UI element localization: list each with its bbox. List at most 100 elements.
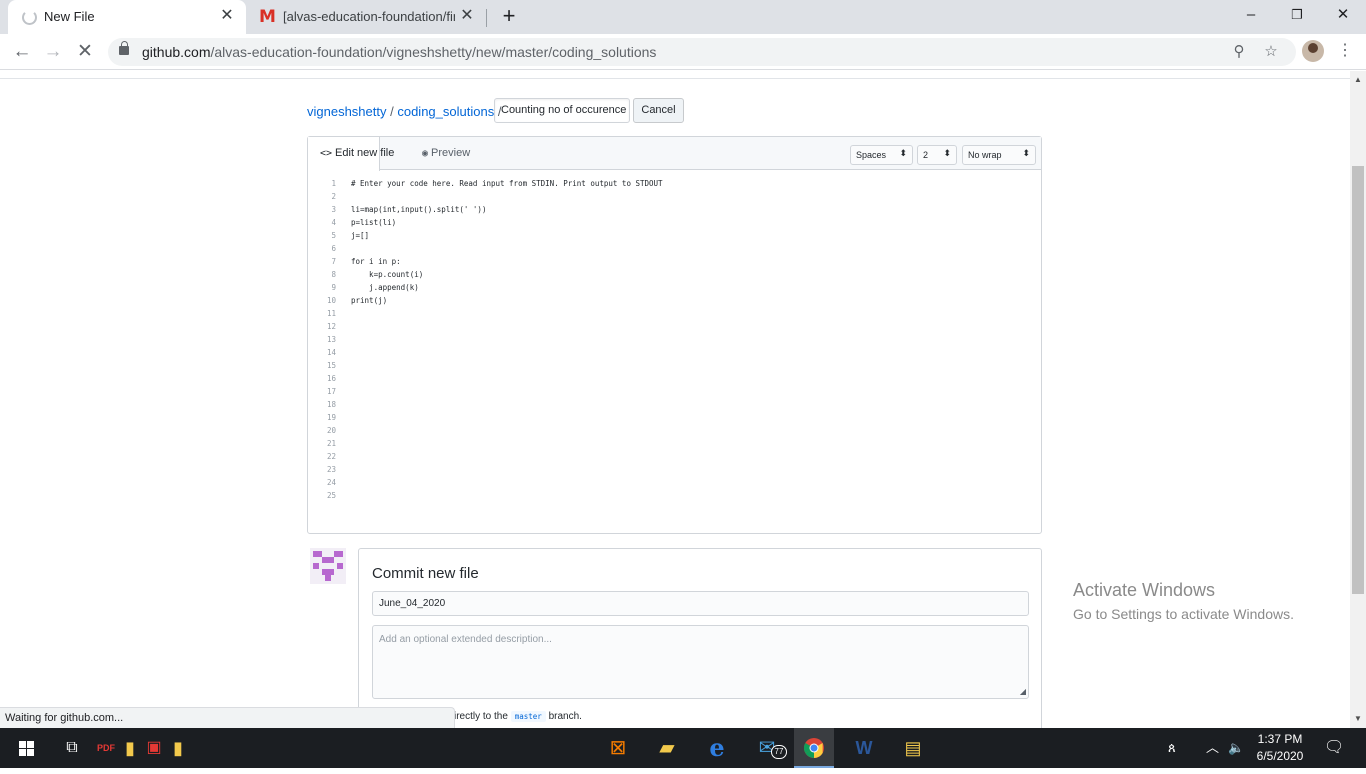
code-line[interactable]: 15 [308, 361, 1041, 374]
identicon-icon [313, 551, 343, 581]
chrome-icon[interactable] [794, 728, 834, 768]
code-line[interactable]: 18 [308, 400, 1041, 413]
bookmark-star-icon[interactable]: ☆ [1260, 41, 1282, 63]
code-line[interactable]: 3 li=map(int,input().split(' ')) [308, 205, 1041, 218]
profile-avatar[interactable] [1302, 40, 1324, 62]
commit-summary-input[interactable]: June_04_2020 [372, 591, 1029, 616]
tab-title: New File [44, 9, 95, 24]
activate-windows-title: Activate Windows [1073, 580, 1216, 600]
line-text: j.append(k) [351, 283, 419, 292]
tab-close-icon[interactable]: ✕ [218, 7, 236, 25]
back-arrow-icon[interactable]: ← [10, 40, 34, 64]
line-number: 19 [326, 413, 336, 422]
scroll-up-icon[interactable]: ▲ [1354, 75, 1362, 84]
code-line[interactable]: 11 [308, 309, 1041, 322]
line-text: # Enter your code here. Read input from … [351, 179, 663, 188]
code-line[interactable]: 16 [308, 374, 1041, 387]
code-line[interactable]: 1 # Enter your code here. Read input from… [308, 179, 1041, 192]
system-clock[interactable]: 1:37 PM 6/5/2020 [1240, 731, 1320, 765]
commit-direct-option[interactable]: irectly to the master branch. [454, 711, 582, 722]
close-window-button[interactable]: ✕ [1320, 0, 1366, 30]
word-icon[interactable]: W [844, 728, 884, 768]
tab-preview[interactable]: ◉ Preview [422, 137, 470, 171]
xampp-icon[interactable]: ⊠ [598, 728, 638, 768]
scrollbar-thumb[interactable] [1352, 166, 1364, 594]
tab-label: Preview [431, 147, 471, 159]
zoom-icon[interactable]: ⚲ [1228, 41, 1250, 63]
pdf-reader-icon[interactable]: ▣ [142, 728, 166, 768]
line-number: 25 [326, 491, 336, 500]
code-line[interactable]: 7 for i in p: [308, 257, 1041, 270]
maximize-button[interactable]: ❐ [1274, 0, 1320, 30]
start-button[interactable] [4, 728, 44, 768]
forward-arrow-icon[interactable]: → [41, 40, 65, 64]
line-text: for i in p: [351, 257, 401, 266]
code-line[interactable]: 12 [308, 322, 1041, 335]
tab-edit-new-file[interactable]: <> Edit new file [308, 137, 394, 171]
resize-grip-icon[interactable]: ◢ [1020, 687, 1026, 696]
line-number: 9 [331, 283, 336, 292]
people-icon[interactable]: ጰ [1168, 728, 1176, 768]
tab-gmail[interactable]: M [alvas-education-foundation/fina ✕ [248, 0, 486, 34]
code-line[interactable]: 10 print(j) [308, 296, 1041, 309]
code-line[interactable]: 21 [308, 439, 1041, 452]
show-hidden-icons-icon[interactable]: ︿ [1206, 728, 1219, 768]
gmail-icon: M [259, 7, 276, 27]
code-line[interactable]: 8 k=p.count(i) [308, 270, 1041, 283]
line-number: 1 [331, 179, 336, 188]
file-explorer-icon[interactable]: ▰ [647, 728, 687, 768]
breadcrumb-folder-link[interactable]: coding_solutions [397, 104, 494, 119]
code-line[interactable]: 13 [308, 335, 1041, 348]
code-line[interactable]: 2 [308, 192, 1041, 205]
windows-logo-icon [19, 741, 35, 756]
browser-menu-icon[interactable]: ⋮ [1334, 40, 1356, 62]
tab-title: [alvas-education-foundation/fina [283, 9, 455, 24]
code-line[interactable]: 22 [308, 452, 1041, 465]
url-text[interactable]: github.com/alvas-education-foundation/vi… [142, 44, 656, 60]
line-number: 3 [331, 205, 336, 214]
code-line[interactable]: 19 [308, 413, 1041, 426]
code-line[interactable]: 24 [308, 478, 1041, 491]
indent-mode-value: Spaces [856, 150, 887, 160]
sticky-note-icon[interactable]: ▮ [118, 728, 142, 768]
line-number: 22 [326, 452, 336, 461]
edge-browser-icon[interactable]: e [697, 728, 737, 768]
line-number: 10 [326, 296, 336, 305]
code-line[interactable]: 5 j=[] [308, 231, 1041, 244]
activate-windows-subtitle: Go to Settings to activate Windows. [1073, 606, 1294, 622]
cancel-button[interactable]: Cancel [633, 98, 684, 123]
address-bar[interactable]: github.com/alvas-education-foundation/vi… [108, 38, 1296, 66]
tab-label: Edit new file [335, 147, 395, 159]
python-file-icon[interactable]: ▤ [893, 728, 933, 768]
new-tab-button[interactable]: + [498, 5, 520, 27]
indent-size-value: 2 [923, 150, 929, 160]
sticky-note-icon[interactable]: ▮ [166, 728, 190, 768]
indent-size-select[interactable]: 2 ⬍ [917, 145, 957, 165]
code-line[interactable]: 9 j.append(k) [308, 283, 1041, 296]
filename-input[interactable]: Counting no of occurence [494, 98, 630, 123]
branch-name: master [510, 711, 546, 722]
scroll-down-icon[interactable]: ▼ [1354, 714, 1362, 723]
user-avatar[interactable] [310, 548, 346, 584]
code-line[interactable]: 23 [308, 465, 1041, 478]
commit-description-input[interactable]: Add an optional extended description... … [372, 625, 1029, 699]
notifications-icon[interactable]: 🗨 [1324, 728, 1344, 768]
code-line[interactable]: 20 [308, 426, 1041, 439]
code-line[interactable]: 14 [308, 348, 1041, 361]
code-line[interactable]: 17 [308, 387, 1041, 400]
code-line[interactable]: 25 [308, 491, 1041, 504]
breadcrumb-owner-link[interactable]: vigneshshetty [307, 104, 387, 119]
tab-new-file[interactable]: New File ✕ [8, 0, 246, 34]
page-scrollbar[interactable]: ▲ ▼ [1350, 71, 1366, 728]
tab-close-icon[interactable]: ✕ [458, 7, 476, 25]
task-view-icon[interactable]: ⧉ [52, 728, 92, 768]
mail-badge: 77 [771, 745, 787, 759]
code-line[interactable]: 6 [308, 244, 1041, 257]
editor-header: <> Edit new file ◉ Preview Spaces ⬍ 2 ⬍ No w… [308, 137, 1041, 171]
clock-date: 6/5/2020 [1256, 749, 1304, 763]
indent-mode-select[interactable]: Spaces ⬍ [850, 145, 913, 165]
minimize-button[interactable]: – [1228, 0, 1274, 30]
wrap-mode-select[interactable]: No wrap ⬍ [962, 145, 1036, 165]
stop-loading-icon[interactable]: ✕ [73, 40, 97, 64]
code-line[interactable]: 4 p=list(li) [308, 218, 1041, 231]
